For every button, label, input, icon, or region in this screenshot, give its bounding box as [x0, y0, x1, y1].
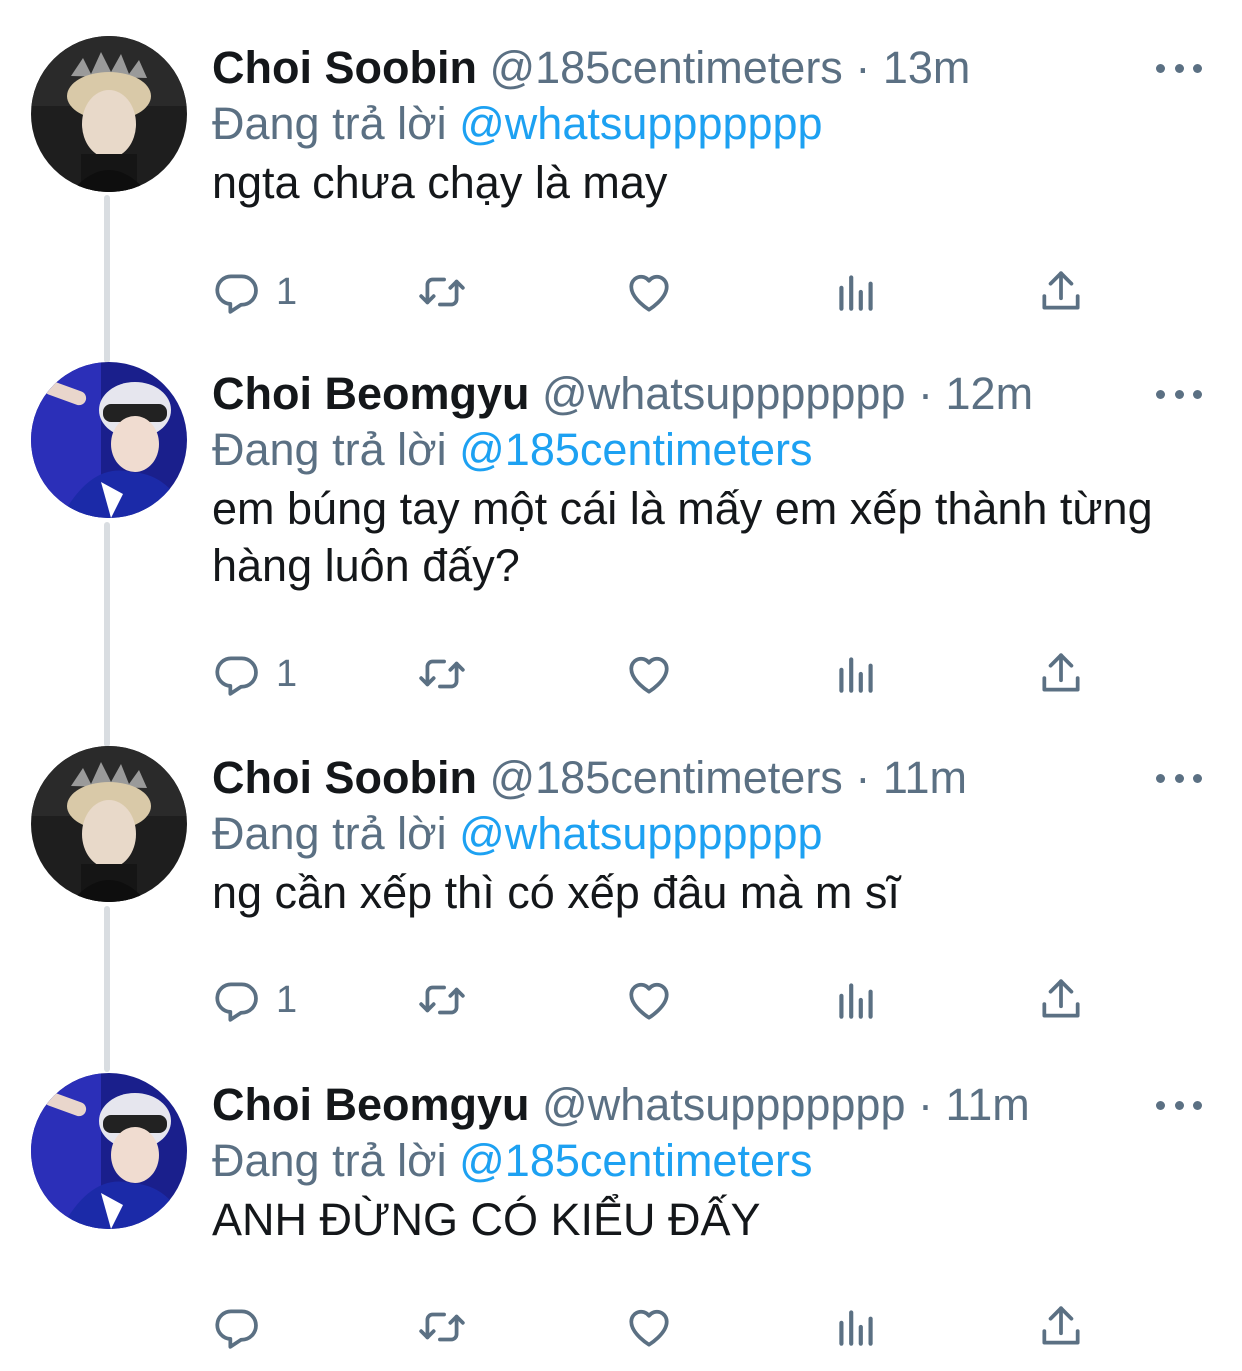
reply-prefix: Đang trả lời — [212, 808, 447, 859]
tweet-text: ng cần xếp thì có xếp đâu mà m sĩ — [212, 867, 900, 918]
reply-button[interactable]: 1 — [212, 970, 297, 1030]
bar-chart-icon — [839, 983, 873, 1019]
timestamp[interactable]: 11m — [946, 1079, 1030, 1130]
tweet-header: Choi Beomgyu @whatsuppppppp · 12m — [212, 366, 1033, 422]
analytics-button[interactable] — [831, 970, 881, 1030]
tweet-header: Choi Beomgyu @whatsuppppppp · 11m — [212, 1077, 1030, 1133]
user-handle[interactable]: @185centimeters — [489, 752, 842, 803]
share-button[interactable] — [1036, 970, 1086, 1030]
tweet-header: Choi Soobin @185centimeters · 13m — [212, 40, 970, 96]
retweet-icon — [419, 659, 465, 689]
reply-button[interactable] — [212, 1297, 276, 1357]
display-name[interactable]: Choi Soobin — [212, 752, 477, 803]
reply-count: 1 — [276, 270, 298, 313]
reply-prefix: Đang trả lời — [212, 1135, 447, 1186]
reply-count: 1 — [276, 652, 298, 695]
tweet-actions: 1 — [0, 644, 1242, 704]
retweet-icon — [419, 985, 465, 1015]
reply-context: Đang trả lời @whatsuppppppp — [212, 96, 823, 152]
avatar[interactable] — [31, 746, 187, 902]
more-dots-icon[interactable] — [1156, 56, 1202, 80]
tweet-text: em búng tay một cái là mấy em xếp thành … — [212, 483, 1153, 591]
avatar-beomgyu-image — [31, 362, 187, 518]
reply-button[interactable]: 1 — [212, 262, 297, 322]
analytics-button[interactable] — [831, 262, 881, 322]
avatar-soobin-image — [31, 746, 187, 902]
share-button[interactable] — [1036, 644, 1086, 704]
user-handle[interactable]: @whatsuppppppp — [542, 368, 905, 419]
reply-prefix: Đang trả lời — [212, 98, 447, 149]
bar-chart-icon — [839, 275, 873, 311]
analytics-button[interactable] — [831, 1297, 881, 1357]
speech-bubble-icon — [215, 1309, 258, 1349]
separator: · — [918, 1079, 933, 1130]
reply-button[interactable]: 1 — [212, 644, 297, 704]
retweet-button[interactable] — [417, 262, 467, 322]
retweet-button[interactable] — [417, 644, 467, 704]
avatar-soobin-image — [31, 36, 187, 192]
tweet-text: ANH ĐỪNG CÓ KIỂU ĐẤY — [212, 1194, 761, 1245]
more-dots-icon[interactable] — [1156, 766, 1202, 790]
user-handle[interactable]: @185centimeters — [489, 42, 842, 93]
reply-mention-link[interactable]: @185centimeters — [459, 1135, 812, 1186]
share-upload-icon — [1042, 271, 1080, 310]
reply-mention-link[interactable]: @185centimeters — [459, 424, 812, 475]
speech-bubble-icon — [215, 656, 258, 696]
reply-context: Đang trả lời @185centimeters — [212, 422, 812, 478]
tweet-text: ngta chưa chạy là may — [212, 157, 668, 208]
display-name[interactable]: Choi Beomgyu — [212, 1079, 530, 1130]
avatar[interactable] — [31, 362, 187, 518]
bar-chart-icon — [839, 657, 873, 693]
retweet-icon — [419, 1312, 465, 1342]
more-dots-icon[interactable] — [1156, 382, 1202, 406]
timestamp[interactable]: 12m — [946, 368, 1034, 419]
speech-bubble-icon — [215, 982, 258, 1022]
share-button[interactable] — [1036, 262, 1086, 322]
more-dots-icon[interactable] — [1156, 1093, 1202, 1117]
avatar[interactable] — [31, 36, 187, 192]
heart-icon — [629, 982, 669, 1020]
tweet-actions: 1 — [0, 970, 1242, 1030]
tweet-header: Choi Soobin @185centimeters · 11m — [212, 750, 967, 806]
tweet-actions: 1 — [0, 262, 1242, 322]
bar-chart-icon — [839, 1310, 873, 1346]
separator: · — [918, 368, 933, 419]
thread-line — [104, 522, 110, 747]
reply-context: Đang trả lời @whatsuppppppp — [212, 806, 823, 862]
like-button[interactable] — [624, 1297, 674, 1357]
speech-bubble-icon — [215, 274, 258, 314]
heart-icon — [629, 656, 669, 694]
like-button[interactable] — [624, 970, 674, 1030]
share-upload-icon — [1042, 979, 1080, 1018]
retweet-icon — [419, 277, 465, 307]
display-name[interactable]: Choi Beomgyu — [212, 368, 530, 419]
reply-context: Đang trả lời @185centimeters — [212, 1133, 812, 1189]
tweet-actions — [0, 1297, 1242, 1357]
separator: · — [855, 42, 871, 93]
retweet-button[interactable] — [417, 1297, 467, 1357]
reply-mention-link[interactable]: @whatsuppppppp — [459, 808, 822, 859]
share-upload-icon — [1042, 1306, 1080, 1345]
like-button[interactable] — [624, 262, 674, 322]
share-upload-icon — [1042, 653, 1080, 692]
retweet-button[interactable] — [417, 970, 467, 1030]
avatar[interactable] — [31, 1073, 187, 1229]
timestamp[interactable]: 11m — [883, 752, 967, 803]
timestamp[interactable]: 13m — [883, 42, 971, 93]
heart-icon — [629, 274, 669, 312]
like-button[interactable] — [624, 644, 674, 704]
analytics-button[interactable] — [831, 644, 881, 704]
share-button[interactable] — [1036, 1297, 1086, 1357]
heart-icon — [629, 1309, 669, 1347]
avatar-beomgyu-image — [31, 1073, 187, 1229]
reply-count: 1 — [276, 978, 298, 1021]
separator: · — [855, 752, 871, 803]
display-name[interactable]: Choi Soobin — [212, 42, 477, 93]
user-handle[interactable]: @whatsuppppppp — [542, 1079, 905, 1130]
reply-mention-link[interactable]: @whatsuppppppp — [459, 98, 822, 149]
reply-prefix: Đang trả lời — [212, 424, 447, 475]
